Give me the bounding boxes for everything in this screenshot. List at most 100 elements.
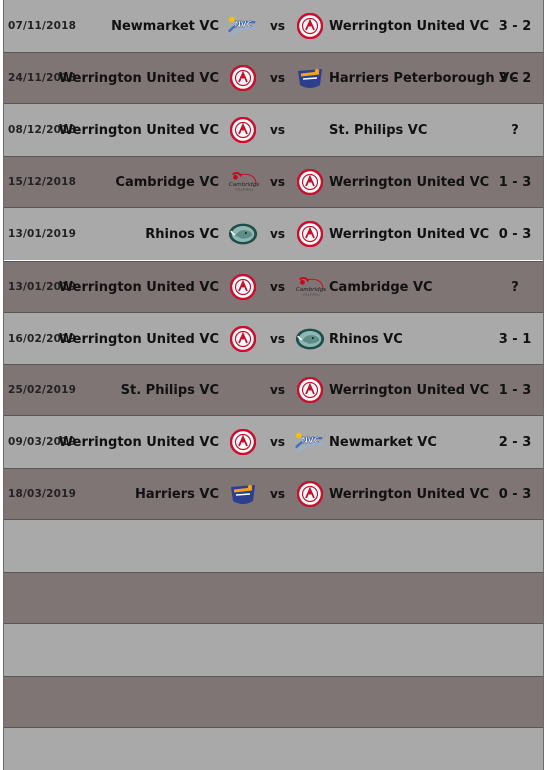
cambridge-logo-icon: Cambridge VOLLEYBALL <box>229 172 259 191</box>
svg-text:VOLLEYBALL: VOLLEYBALL <box>235 187 253 191</box>
match-date: 15/12/2018 <box>8 176 77 188</box>
away-team: Werrington United VC <box>329 486 490 502</box>
newmarket-logo-icon: NVC <box>228 16 258 36</box>
match-date: 25/02/2019 <box>8 384 77 396</box>
vs-label: vs <box>270 280 285 294</box>
away-team: Harriers Peterborough VC <box>329 70 519 86</box>
home-team-logo <box>227 428 259 456</box>
home-team-logo <box>227 480 259 508</box>
fixture-row: 13/01/2019 Werrington United VC vs Cambri… <box>4 261 543 313</box>
fixture-row: 24/11/2018 Werrington United VC vs Harrie… <box>4 52 543 104</box>
werrington-logo-icon <box>297 481 323 507</box>
away-team-logo <box>294 168 326 196</box>
werrington-logo-icon <box>230 274 256 300</box>
werrington-logo-icon <box>230 429 256 455</box>
werrington-logo-icon <box>297 221 323 247</box>
werrington-logo-icon <box>297 13 323 39</box>
home-team: Werrington United VC <box>58 70 219 86</box>
fixture-row: 18/03/2019 Harriers VC vs Werrington Unit… <box>4 468 543 520</box>
match-date: 18/03/2019 <box>8 488 77 500</box>
away-team-logo <box>294 220 326 248</box>
rhinos-logo-icon <box>295 328 325 350</box>
empty-row <box>4 572 543 624</box>
vs-label: vs <box>270 487 285 501</box>
svg-text:NVC: NVC <box>235 20 253 29</box>
svg-text:NVC: NVC <box>302 436 320 445</box>
match-date: 13/01/2019 <box>8 228 77 240</box>
away-team: Newmarket VC <box>329 434 437 450</box>
match-score: 0 - 3 <box>498 226 532 242</box>
empty-row <box>4 676 543 728</box>
rhinos-logo-icon <box>228 223 258 245</box>
fixture-row: 08/12/2018 Werrington United VC vs St. Phi… <box>4 104 543 156</box>
werrington-logo-icon <box>230 65 256 91</box>
match-score: 1 - 3 <box>498 174 532 190</box>
werrington-logo-icon <box>297 377 323 403</box>
home-team: Werrington United VC <box>58 279 219 295</box>
home-team-logo <box>227 376 259 404</box>
empty-row <box>4 624 543 676</box>
away-team: St. Philips VC <box>329 122 428 138</box>
away-team: Werrington United VC <box>329 226 490 242</box>
fixture-row: 13/01/2019 Rhinos VC vs Werrington United… <box>4 208 543 260</box>
match-date: 07/11/2018 <box>8 20 77 32</box>
vs-label: vs <box>270 123 285 137</box>
away-team-logo <box>294 325 326 353</box>
away-team-logo <box>294 116 326 144</box>
match-score: 3 - 2 <box>498 70 532 86</box>
home-team: Werrington United VC <box>58 122 219 138</box>
fixture-row: 16/02/2019 Werrington United VC vs Rhinos… <box>4 313 543 365</box>
match-score: 0 - 3 <box>498 486 532 502</box>
werrington-logo-icon <box>230 326 256 352</box>
match-score: ? <box>511 122 519 138</box>
away-team-logo <box>294 376 326 404</box>
home-team-logo <box>227 273 259 301</box>
vs-label: vs <box>270 383 285 397</box>
werrington-logo-icon <box>230 117 256 143</box>
vs-label: vs <box>270 19 285 33</box>
cambridge-logo-icon: Cambridge VOLLEYBALL <box>296 277 326 296</box>
fixture-row: 15/12/2018 Cambridge VC Cambridge VOLLEYB… <box>4 156 543 208</box>
vs-label: vs <box>270 227 285 241</box>
vs-label: vs <box>270 332 285 346</box>
away-team-logo: Cambridge VOLLEYBALL <box>294 273 326 301</box>
match-score: 3 - 2 <box>498 18 532 34</box>
home-team-logo <box>227 64 259 92</box>
home-team-logo <box>227 116 259 144</box>
fixture-row: 09/03/2019 Werrington United VC vs NVC Ne… <box>4 416 543 468</box>
away-team: Werrington United VC <box>329 382 490 398</box>
werrington-logo-icon <box>297 169 323 195</box>
away-team-logo <box>294 64 326 92</box>
home-team: Rhinos VC <box>145 226 219 242</box>
away-team: Rhinos VC <box>329 331 403 347</box>
harriers-logo-icon <box>231 484 255 504</box>
home-team: Werrington United VC <box>58 434 219 450</box>
home-team-logo <box>227 325 259 353</box>
home-team-logo <box>227 220 259 248</box>
home-team: Werrington United VC <box>58 331 219 347</box>
home-team: Harriers VC <box>134 486 219 502</box>
away-team: Werrington United VC <box>329 174 490 190</box>
away-team-logo <box>294 12 326 40</box>
match-score: 3 - 1 <box>498 331 532 347</box>
home-team: Newmarket VC <box>111 18 219 34</box>
vs-label: vs <box>270 71 285 85</box>
match-score: 2 - 3 <box>498 434 532 450</box>
empty-row <box>4 520 543 572</box>
svg-text:VOLLEYBALL: VOLLEYBALL <box>302 292 320 296</box>
home-team-logo: NVC <box>227 12 259 40</box>
match-score: 1 - 3 <box>498 382 532 398</box>
match-score: ? <box>511 279 519 295</box>
away-team-logo: NVC <box>294 428 326 456</box>
home-team: St. Philips VC <box>120 382 219 398</box>
fixture-row: 25/02/2019 St. Philips VC vs Werrington Un… <box>4 364 543 416</box>
away-team: Cambridge VC <box>329 279 433 295</box>
away-team: Werrington United VC <box>329 18 490 34</box>
home-team-logo: Cambridge VOLLEYBALL <box>227 168 259 196</box>
fixtures-table: 07/11/2018 Newmarket VC NVC vs Werrington… <box>3 0 544 770</box>
harriers-logo-icon <box>298 68 322 88</box>
home-team: Cambridge VC <box>115 174 219 190</box>
vs-label: vs <box>270 435 285 449</box>
vs-label: vs <box>270 175 285 189</box>
away-team-logo <box>294 480 326 508</box>
